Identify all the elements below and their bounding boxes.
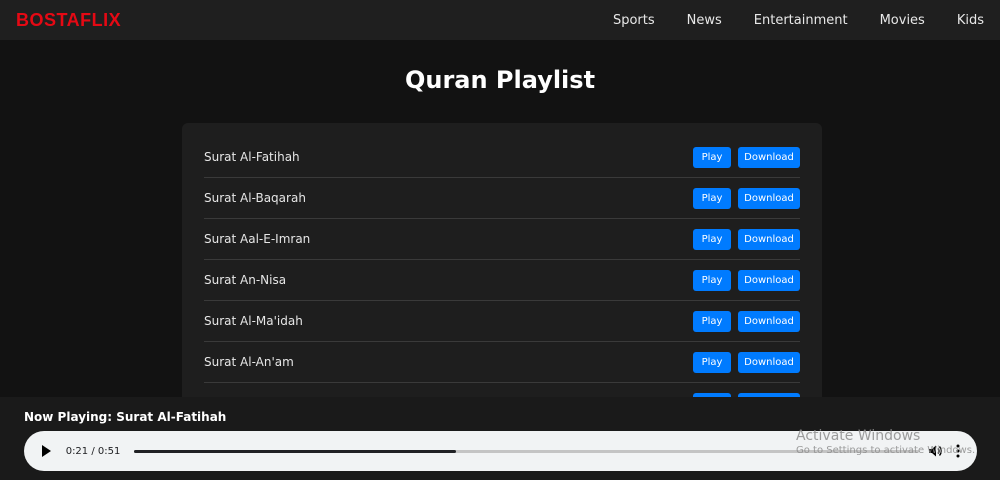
- nav-links: Sports News Entertainment Movies Kids: [581, 13, 984, 28]
- play-button[interactable]: Play: [693, 146, 731, 168]
- play-pause-button[interactable]: [38, 443, 54, 459]
- top-navbar: BOSTAFLIX Sports News Entertainment Movi…: [0, 0, 1000, 40]
- track-row: Surat Aal-E-Imran Play Download: [204, 219, 800, 260]
- track-row: Surat Al-Fatihah Play Download: [204, 137, 800, 178]
- nav-link-entertainment[interactable]: Entertainment: [754, 13, 848, 28]
- play-button[interactable]: Play: [693, 187, 731, 209]
- download-button[interactable]: Download: [738, 310, 800, 332]
- nav-link-movies[interactable]: Movies: [880, 13, 925, 28]
- play-button[interactable]: Play: [693, 228, 731, 250]
- track-actions: Play Download: [693, 228, 800, 250]
- download-button[interactable]: Download: [738, 187, 800, 209]
- track-actions: Play Download: [693, 310, 800, 332]
- nav-link-news[interactable]: News: [687, 13, 722, 28]
- progress-fill: [134, 449, 457, 453]
- watermark-subtitle: Go to Settings to activate Windows.: [796, 445, 976, 456]
- track-actions: Play Download: [693, 269, 800, 291]
- play-button[interactable]: Play: [693, 269, 731, 291]
- track-actions: Play Download: [693, 351, 800, 373]
- nav-link-kids[interactable]: Kids: [957, 13, 984, 28]
- page-title: Quran Playlist: [404, 66, 596, 94]
- track-name: Surat Al-Fatihah: [204, 150, 300, 164]
- track-name: Surat Al-Ma'idah: [204, 314, 303, 328]
- track-row: Surat An-Nisa Play Download: [204, 260, 800, 301]
- nav-link-sports[interactable]: Sports: [613, 13, 655, 28]
- track-row: Surat Al-Ma'idah Play Download: [204, 301, 800, 342]
- activate-windows-watermark: Activate Windows Go to Settings to activ…: [796, 428, 975, 456]
- download-button[interactable]: Download: [738, 228, 800, 250]
- track-name: Surat Al-Baqarah: [204, 191, 306, 205]
- track-row: Surat Al-An'am Play Download: [204, 342, 800, 383]
- download-button[interactable]: Download: [738, 269, 800, 291]
- track-actions: Play Download: [693, 187, 800, 209]
- brand-logo[interactable]: BOSTAFLIX: [16, 10, 121, 31]
- time-display: 0:21 / 0:51: [65, 445, 121, 457]
- track-row: Surat Al-Baqarah Play Download: [204, 178, 800, 219]
- watermark-title: Activate Windows: [796, 428, 921, 444]
- track-actions: Play Download: [693, 146, 800, 168]
- track-name: Surat An-Nisa: [204, 273, 287, 287]
- track-name: Surat Al-An'am: [204, 355, 294, 369]
- track-name: Surat Aal-E-Imran: [204, 232, 311, 246]
- play-icon: [41, 445, 51, 457]
- play-button[interactable]: Play: [693, 351, 731, 373]
- playlist-container: Surat Al-Fatihah Play Download Surat Al-…: [182, 123, 822, 423]
- download-button[interactable]: Download: [738, 146, 800, 168]
- play-button[interactable]: Play: [693, 310, 731, 332]
- download-button[interactable]: Download: [738, 351, 800, 373]
- now-playing-label: Now Playing: Surat Al-Fatihah: [24, 410, 227, 424]
